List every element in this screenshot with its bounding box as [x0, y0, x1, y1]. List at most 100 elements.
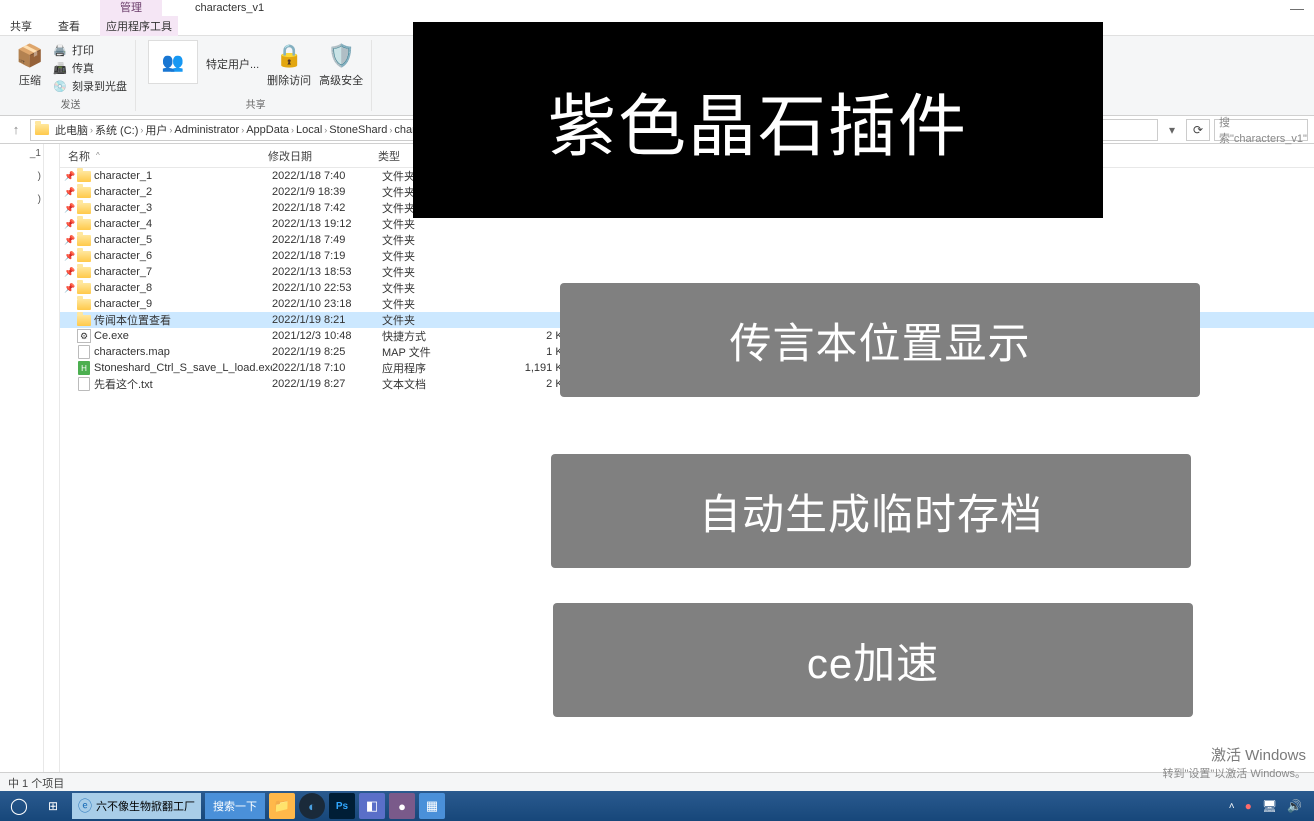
tab-share[interactable]: 共享: [4, 16, 38, 36]
lock-icon: 🔒: [275, 43, 302, 69]
tab-app-tools[interactable]: 应用程序工具: [100, 16, 178, 36]
taskbar-photoshop-icon[interactable]: Ps: [329, 793, 355, 819]
taskbar-explorer-icon[interactable]: 📁: [269, 793, 295, 819]
file-date: 2022/1/18 7:19: [272, 250, 382, 262]
file-date: 2022/1/18 7:40: [272, 170, 382, 182]
pin-icon: 📌: [64, 219, 76, 230]
breadcrumb-seg[interactable]: AppData: [246, 124, 289, 136]
file-row[interactable]: 📌character_42022/1/13 19:12文件夹: [60, 216, 1314, 232]
quick-access-sidebar: [44, 144, 60, 772]
compress-button[interactable]: 📦 压缩: [14, 40, 46, 94]
folder-icon: [76, 249, 92, 263]
chevron-right-icon: ›: [389, 125, 392, 135]
breadcrumb-seg[interactable]: 系统 (C:): [95, 122, 138, 138]
exe-icon: H: [76, 361, 92, 375]
breadcrumb-seg[interactable]: Administrator: [174, 124, 239, 136]
file-type: 应用程序: [382, 360, 482, 376]
taskbar-browser-icon[interactable]: ◐: [299, 793, 325, 819]
file-row[interactable]: 📌character_72022/1/13 18:53文件夹: [60, 264, 1314, 280]
file-row[interactable]: 📌character_52022/1/18 7:49文件夹: [60, 232, 1314, 248]
system-tray: ˄ ● 🖥 🔊: [1229, 799, 1310, 813]
taskbar-search-button[interactable]: 搜索一下: [205, 793, 265, 819]
file-name: character_9: [92, 298, 272, 310]
chevron-right-icon: ›: [169, 125, 172, 135]
tray-network-icon[interactable]: 🖥: [1262, 799, 1277, 813]
chevron-right-icon: ›: [90, 125, 93, 135]
column-date[interactable]: 修改日期: [260, 148, 370, 164]
column-name[interactable]: 名称 ^: [60, 148, 260, 164]
specific-user-button[interactable]: 👥: [148, 40, 198, 84]
taskbar-app-icon[interactable]: ◧: [359, 793, 385, 819]
fax-button[interactable]: 📠传真: [52, 60, 127, 76]
file-name: 传闻本位置查看: [92, 312, 272, 328]
folder-icon: [76, 313, 92, 327]
nav-up-button[interactable]: ↑: [6, 120, 26, 140]
ie-icon: ⓔ: [78, 796, 92, 816]
compress-label: 压缩: [19, 72, 41, 88]
contextual-tab-manage[interactable]: 管理: [100, 0, 162, 16]
file-date: 2022/1/13 19:12: [272, 218, 382, 230]
file-name: Stoneshard_Ctrl_S_save_L_load.exe: [92, 362, 272, 374]
taskbar-app-ie[interactable]: ⓔ 六不像生物掀翻工厂: [72, 793, 201, 819]
burn-button[interactable]: 💿刻录到光盘: [52, 78, 127, 94]
tray-overflow-icon[interactable]: ˄: [1229, 801, 1235, 812]
folder-icon: [35, 124, 49, 135]
breadcrumb-seg[interactable]: Local: [296, 124, 322, 136]
file-name: character_5: [92, 234, 272, 246]
file-date: 2021/12/3 10:48: [272, 330, 382, 342]
file-icon: [76, 377, 92, 391]
search-input[interactable]: 搜索"characters_v1": [1214, 119, 1308, 141]
file-date: 2022/1/10 23:18: [272, 298, 382, 310]
tray-volume-icon[interactable]: 🔊: [1287, 799, 1302, 813]
tab-view[interactable]: 查看: [52, 16, 86, 36]
task-view-button[interactable]: ⊞: [38, 793, 68, 819]
file-date: 2022/1/19 8:21: [272, 314, 382, 326]
tree-item[interactable]: ): [38, 171, 41, 182]
advanced-security-button[interactable]: 🛡️ 高级安全: [319, 40, 363, 88]
file-date: 2022/1/13 18:53: [272, 266, 382, 278]
folder-icon: [76, 185, 92, 199]
send-group-label: 发送: [61, 96, 81, 111]
col-name-label: 名称: [68, 148, 90, 164]
taskbar-app-icon[interactable]: ●: [389, 793, 415, 819]
breadcrumb-seg[interactable]: 用户: [145, 122, 167, 138]
shortcut-icon: ⚙: [76, 329, 92, 343]
folder-icon: [76, 217, 92, 231]
nav-tree[interactable]: _1 ) ): [0, 144, 44, 772]
file-type: MAP 文件: [382, 344, 482, 360]
file-date: 2022/1/10 22:53: [272, 282, 382, 294]
file-row[interactable]: 📌character_62022/1/18 7:19文件夹: [60, 248, 1314, 264]
taskbar: ◯ ⊞ ⓔ 六不像生物掀翻工厂 搜索一下 📁 ◐ Ps ◧ ● ▦ ˄ ● 🖥 …: [0, 791, 1314, 821]
fax-icon: 📠: [52, 60, 68, 76]
tray-app-icon[interactable]: ●: [1245, 799, 1252, 813]
start-button[interactable]: ◯: [4, 793, 34, 819]
file-name: Ce.exe: [92, 330, 272, 342]
taskbar-app-icon[interactable]: ▦: [419, 793, 445, 819]
address-dropdown[interactable]: ▾: [1162, 123, 1182, 137]
sort-arrow-icon: ^: [96, 151, 100, 160]
print-button[interactable]: 🖨️打印: [52, 42, 127, 58]
shield-icon: 🛡️: [327, 43, 354, 69]
status-bar: 中 1 个项目: [0, 772, 1314, 792]
activation-watermark: 激活 Windows 转到"设置"以激活 Windows。: [1163, 744, 1307, 781]
overlay-pill-1: 传言本位置显示: [560, 283, 1200, 397]
refresh-button[interactable]: ⟳: [1186, 119, 1210, 141]
file-name: characters.map: [92, 346, 272, 358]
pin-icon: 📌: [64, 283, 76, 294]
chevron-right-icon: ›: [241, 125, 244, 135]
ie-title: 六不像生物掀翻工厂: [96, 798, 195, 814]
printer-icon: 🖨️: [52, 42, 68, 58]
overlay-title-text: 紫色晶石插件: [528, 67, 988, 174]
minimize-button[interactable]: —: [1290, 0, 1304, 16]
remove-access-button[interactable]: 🔒 删除访问: [267, 40, 311, 88]
file-type: 文件夹: [382, 296, 482, 312]
file-date: 2022/1/18 7:10: [272, 362, 382, 374]
breadcrumb-seg[interactable]: 此电脑: [55, 122, 88, 138]
file-name: character_4: [92, 218, 272, 230]
file-name: 先看这个.txt: [92, 376, 272, 392]
tree-item[interactable]: ): [38, 194, 41, 205]
tree-item[interactable]: _1: [30, 148, 41, 159]
breadcrumb-seg[interactable]: StoneShard: [329, 124, 387, 136]
pin-icon: 📌: [64, 171, 76, 182]
overlay-banner-title: 紫色晶石插件: [413, 22, 1103, 218]
